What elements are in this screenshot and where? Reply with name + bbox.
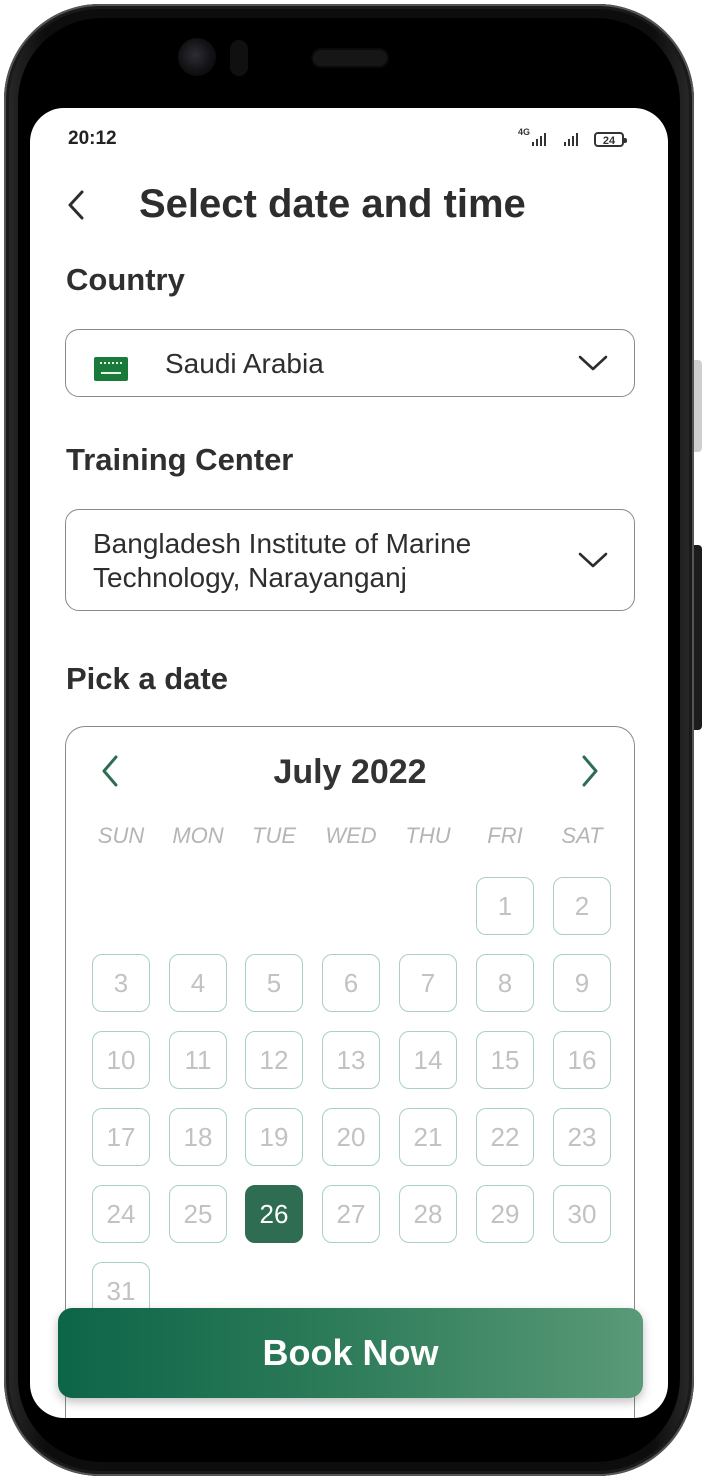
weekday-sun: SUN <box>97 823 145 848</box>
back-button[interactable] <box>64 188 94 222</box>
battery-icon: 24 <box>594 132 627 147</box>
calendar-day-10[interactable]: 10 <box>92 1031 150 1089</box>
weekday-wed: WED <box>325 823 377 848</box>
chevron-down-icon <box>578 355 608 371</box>
calendar-day-16[interactable]: 16 <box>553 1031 611 1089</box>
weekday-thu: THU <box>405 823 451 848</box>
calendar-day-5[interactable]: 5 <box>245 954 303 1012</box>
chevron-left-icon <box>68 190 84 220</box>
weekday-fri: FRI <box>487 823 523 848</box>
page-title: Select date and time <box>139 182 526 226</box>
weekday-mon: MON <box>172 823 224 848</box>
calendar-day-22[interactable]: 22 <box>476 1108 534 1166</box>
calendar-day-15[interactable]: 15 <box>476 1031 534 1089</box>
calendar-day-8[interactable]: 8 <box>476 954 534 1012</box>
proximity-sensor <box>230 40 248 76</box>
chevron-down-icon <box>578 552 608 568</box>
calendar-day-3[interactable]: 3 <box>92 954 150 1012</box>
next-month-button[interactable] <box>578 753 602 789</box>
calendar-day-20[interactable]: 20 <box>322 1108 380 1166</box>
calendar-day-18[interactable]: 18 <box>169 1108 227 1166</box>
training-center-value-line2: Technology, Narayanganj <box>93 562 407 593</box>
status-bar: 20:12 4G 24 <box>30 108 668 166</box>
saudi-arabia-flag-icon <box>94 357 128 381</box>
calendar-day-26[interactable]: 26 <box>245 1185 303 1243</box>
calendar-month: July 2022 <box>273 753 427 791</box>
weekday-sat: SAT <box>561 823 603 848</box>
app-screen: 20:12 4G 24 Select date and time Country… <box>30 108 668 1418</box>
volume-button <box>694 360 702 452</box>
earpiece-speaker <box>313 50 387 66</box>
calendar-day-4[interactable]: 4 <box>169 954 227 1012</box>
calendar-day-17[interactable]: 17 <box>92 1108 150 1166</box>
calendar-day-7[interactable]: 7 <box>399 954 457 1012</box>
calendar-day-1[interactable]: 1 <box>476 877 534 935</box>
pick-date-label: Pick a date <box>66 661 228 696</box>
calendar-day-14[interactable]: 14 <box>399 1031 457 1089</box>
calendar-day-6[interactable]: 6 <box>322 954 380 1012</box>
country-value: Saudi Arabia <box>165 348 324 379</box>
calendar-day-27[interactable]: 27 <box>322 1185 380 1243</box>
calendar-day-13[interactable]: 13 <box>322 1031 380 1089</box>
calendar-day-12[interactable]: 12 <box>245 1031 303 1089</box>
training-center-select[interactable]: Bangladesh Institute of Marine Technolog… <box>65 509 635 611</box>
calendar-day-23[interactable]: 23 <box>553 1108 611 1166</box>
book-now-button[interactable]: Book Now <box>58 1308 643 1398</box>
signal-icon-sim2 <box>564 133 578 146</box>
training-center-value-line1: Bangladesh Institute of Marine <box>93 528 472 559</box>
calendar-day-9[interactable]: 9 <box>553 954 611 1012</box>
status-time: 20:12 <box>68 128 117 149</box>
calendar-day-28[interactable]: 28 <box>399 1185 457 1243</box>
signal-icon-sim1 <box>532 133 546 146</box>
calendar-day-21[interactable]: 21 <box>399 1108 457 1166</box>
training-center-label: Training Center <box>66 442 294 477</box>
power-button <box>694 545 702 730</box>
front-camera <box>178 38 216 76</box>
country-select[interactable]: Saudi Arabia <box>65 329 635 397</box>
calendar-day-25[interactable]: 25 <box>169 1185 227 1243</box>
calendar-day-2[interactable]: 2 <box>553 877 611 935</box>
country-label: Country <box>66 262 185 297</box>
calendar-day-19[interactable]: 19 <box>245 1108 303 1166</box>
weekday-tue: TUE <box>252 823 296 848</box>
calendar-day-30[interactable]: 30 <box>553 1185 611 1243</box>
calendar-day-29[interactable]: 29 <box>476 1185 534 1243</box>
network-type: 4G <box>518 127 531 137</box>
calendar-day-24[interactable]: 24 <box>92 1185 150 1243</box>
calendar-day-11[interactable]: 11 <box>169 1031 227 1089</box>
